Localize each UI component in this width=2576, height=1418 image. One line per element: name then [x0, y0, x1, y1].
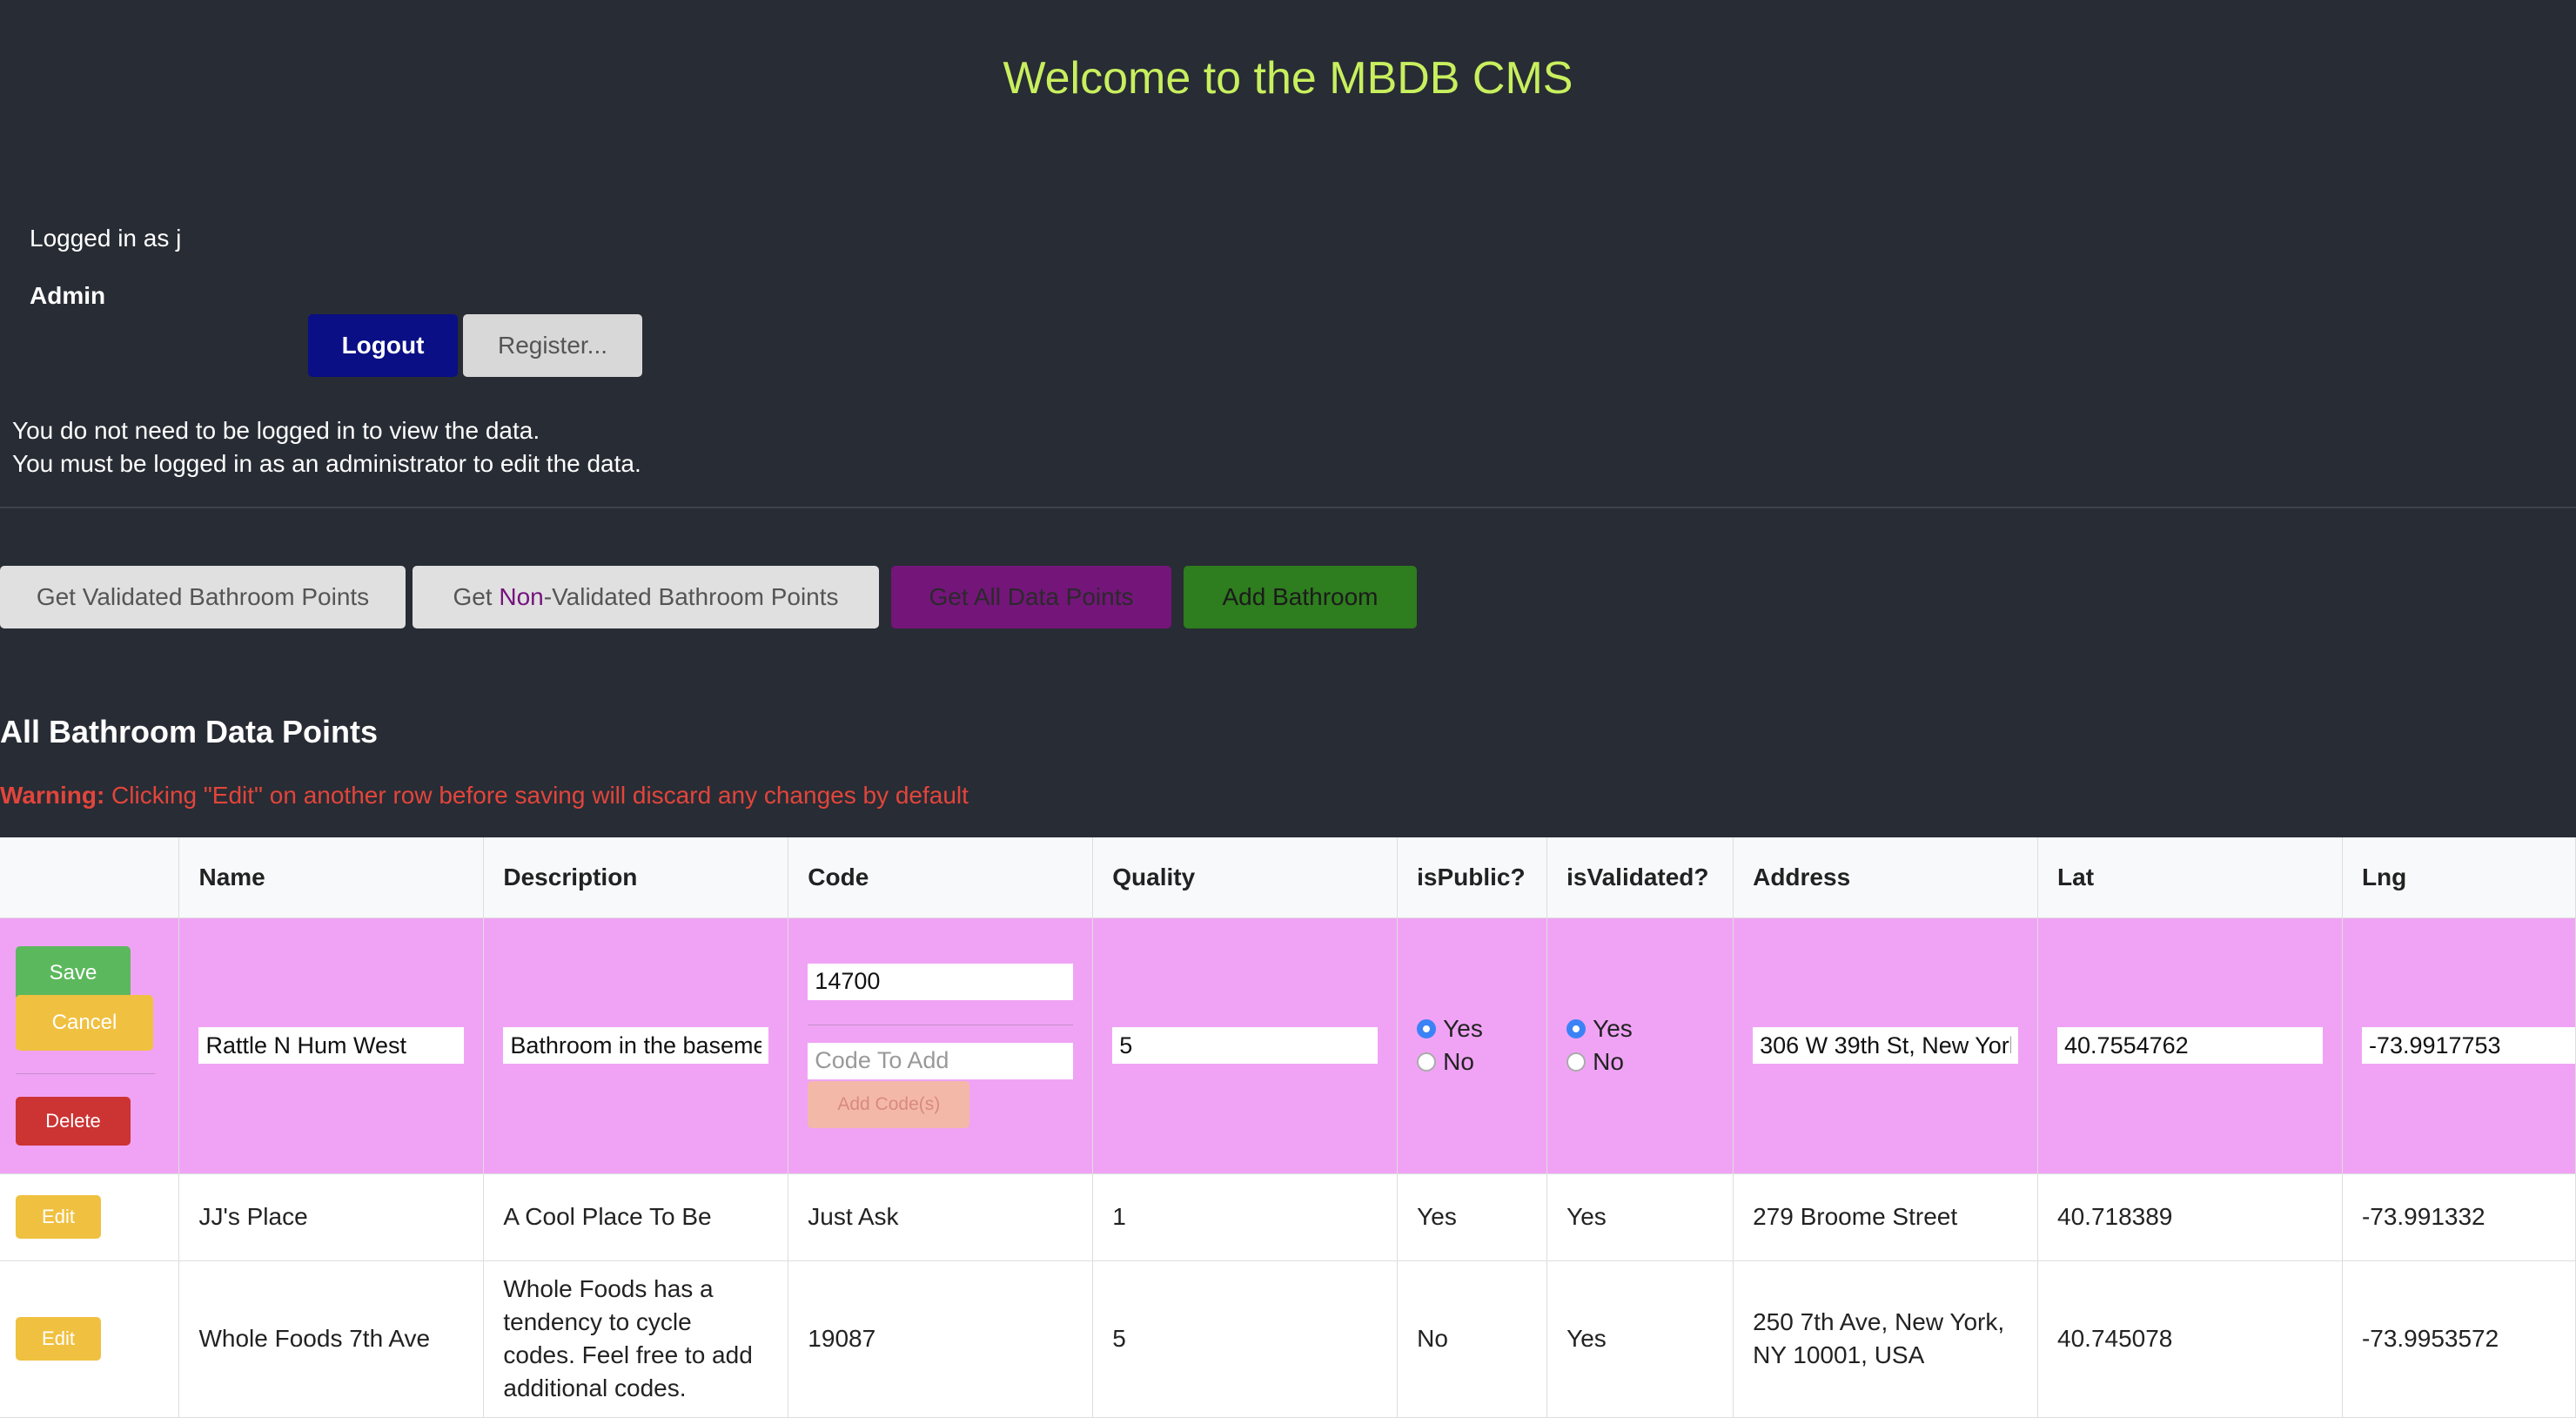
get-nonvalidated-button[interactable]: Get Non -Validated Bathroom Points [413, 566, 879, 628]
lat-cell: 40.718389 [2037, 1173, 2343, 1261]
is-public-cell: Yes No [1397, 917, 1548, 1174]
address-input[interactable] [1753, 1027, 2019, 1064]
page-title: Welcome to the MBDB CMS [1003, 53, 1573, 104]
code-cell: Add Code(s) [788, 917, 1094, 1174]
register-button[interactable]: Register... [463, 314, 642, 377]
lng-cell: -73.9953572 [2342, 1260, 2576, 1418]
edit-button[interactable]: Edit [16, 1195, 101, 1239]
col-header-quality: Quality [1092, 837, 1399, 918]
lat-cell: 40.745078 [2037, 1260, 2343, 1418]
warning-text: Warning: Clicking "Edit" on another row … [0, 782, 969, 810]
table-row: Edit Whole Foods 7th Ave Whole Foods has… [0, 1260, 2576, 1418]
name-cell: Whole Foods 7th Ave [178, 1260, 485, 1418]
address-cell: 279 Broome Street [1733, 1173, 2039, 1261]
logout-button[interactable]: Logout [308, 314, 458, 377]
table-header-row: Name Description Code Quality isPublic? … [0, 837, 2576, 918]
add-bathroom-button[interactable]: Add Bathroom [1184, 566, 1417, 628]
lng-cell: -73.991332 [2342, 1173, 2576, 1261]
is-validated-yes-radio[interactable] [1566, 1019, 1587, 1038]
table-row-editing: Save Cancel Delete Add Code(s) Yes [0, 917, 2576, 1174]
name-input[interactable] [198, 1027, 465, 1064]
name-cell [178, 917, 485, 1174]
description-cell [483, 917, 789, 1174]
add-codes-button[interactable]: Add Code(s) [808, 1080, 970, 1128]
is-public-no-option[interactable]: No [1417, 1045, 1527, 1079]
section-title: All Bathroom Data Points [0, 714, 379, 749]
actions-cell: Edit [0, 1173, 180, 1261]
is-public-no-radio[interactable] [1417, 1052, 1437, 1072]
is-public-yes-option[interactable]: Yes [1417, 1012, 1527, 1045]
description-cell: Whole Foods has a tendency to cycle code… [483, 1260, 789, 1418]
logged-in-text: Logged in as j [30, 225, 182, 252]
warning-message: Clicking "Edit" on another row before sa… [104, 782, 969, 809]
lng-cell [2342, 917, 2576, 1174]
address-cell [1733, 917, 2039, 1174]
is-public-no-label: No [1443, 1048, 1474, 1075]
table-row: Edit JJ's Place A Cool Place To Be Just … [0, 1173, 2576, 1261]
is-public-yes-radio[interactable] [1417, 1019, 1437, 1038]
is-public-cell: No [1397, 1260, 1548, 1418]
divider [0, 507, 2576, 508]
quality-cell: 1 [1092, 1173, 1399, 1261]
code-cell: 19087 [788, 1260, 1094, 1418]
lat-cell [2037, 917, 2343, 1174]
lng-input[interactable] [2361, 1027, 2575, 1064]
delete-button[interactable]: Delete [16, 1096, 131, 1146]
is-validated-yes-option[interactable]: Yes [1566, 1012, 1714, 1045]
col-header-is-public: isPublic? [1397, 837, 1548, 918]
is-validated-cell: Yes [1546, 1260, 1734, 1418]
get-validated-button[interactable]: Get Validated Bathroom Points [0, 566, 406, 628]
get-all-button[interactable]: Get All Data Points [891, 566, 1171, 628]
col-header-description: Description [483, 837, 789, 918]
col-header-actions [0, 837, 180, 918]
nonvalidated-prefix: Get [453, 583, 500, 610]
quality-cell [1092, 917, 1399, 1174]
address-cell: 250 7th Ave, New York, NY 10001, USA [1733, 1260, 2039, 1418]
description-input[interactable] [503, 1027, 769, 1064]
info-line-view: You do not need to be logged in to view … [12, 417, 540, 444]
cancel-button[interactable]: Cancel [16, 994, 153, 1051]
actions-cell: Save Cancel Delete [0, 917, 180, 1174]
col-header-lng: Lng [2342, 837, 2576, 918]
role-label: Admin [30, 282, 106, 309]
col-header-code: Code [788, 837, 1094, 918]
is-validated-cell: Yes [1546, 1173, 1734, 1261]
quality-input[interactable] [1112, 1027, 1379, 1064]
actions-cell: Edit [0, 1260, 180, 1418]
lat-input[interactable] [2057, 1027, 2323, 1064]
code-cell: Just Ask [788, 1173, 1094, 1261]
description-cell: A Cool Place To Be [483, 1173, 789, 1261]
col-header-name: Name [178, 837, 485, 918]
info-line-edit: You must be logged in as an administrato… [12, 450, 641, 477]
is-public-cell: Yes [1397, 1173, 1548, 1261]
actions-divider [16, 1072, 155, 1074]
nonvalidated-highlight: Non [499, 583, 544, 610]
save-button[interactable]: Save [16, 945, 131, 1000]
code-input[interactable] [808, 963, 1074, 1000]
bathroom-table: Name Description Code Quality isPublic? … [0, 837, 2576, 1418]
info-text: You do not need to be logged in to view … [12, 414, 641, 481]
is-validated-yes-label: Yes [1593, 1015, 1633, 1042]
nonvalidated-suffix: -Validated Bathroom Points [543, 583, 839, 610]
is-validated-no-label: No [1593, 1048, 1624, 1075]
quality-cell: 5 [1092, 1260, 1399, 1418]
is-validated-no-option[interactable]: No [1566, 1045, 1714, 1079]
name-cell: JJ's Place [178, 1173, 485, 1261]
is-validated-no-radio[interactable] [1566, 1052, 1587, 1072]
col-header-is-validated: isValidated? [1546, 837, 1734, 918]
code-to-add-input[interactable] [808, 1042, 1074, 1079]
col-header-lat: Lat [2037, 837, 2343, 918]
warning-label: Warning: [0, 782, 105, 809]
is-validated-cell: Yes No [1546, 917, 1734, 1174]
col-header-address: Address [1733, 837, 2039, 918]
is-public-yes-label: Yes [1443, 1015, 1483, 1042]
edit-button[interactable]: Edit [16, 1317, 101, 1361]
